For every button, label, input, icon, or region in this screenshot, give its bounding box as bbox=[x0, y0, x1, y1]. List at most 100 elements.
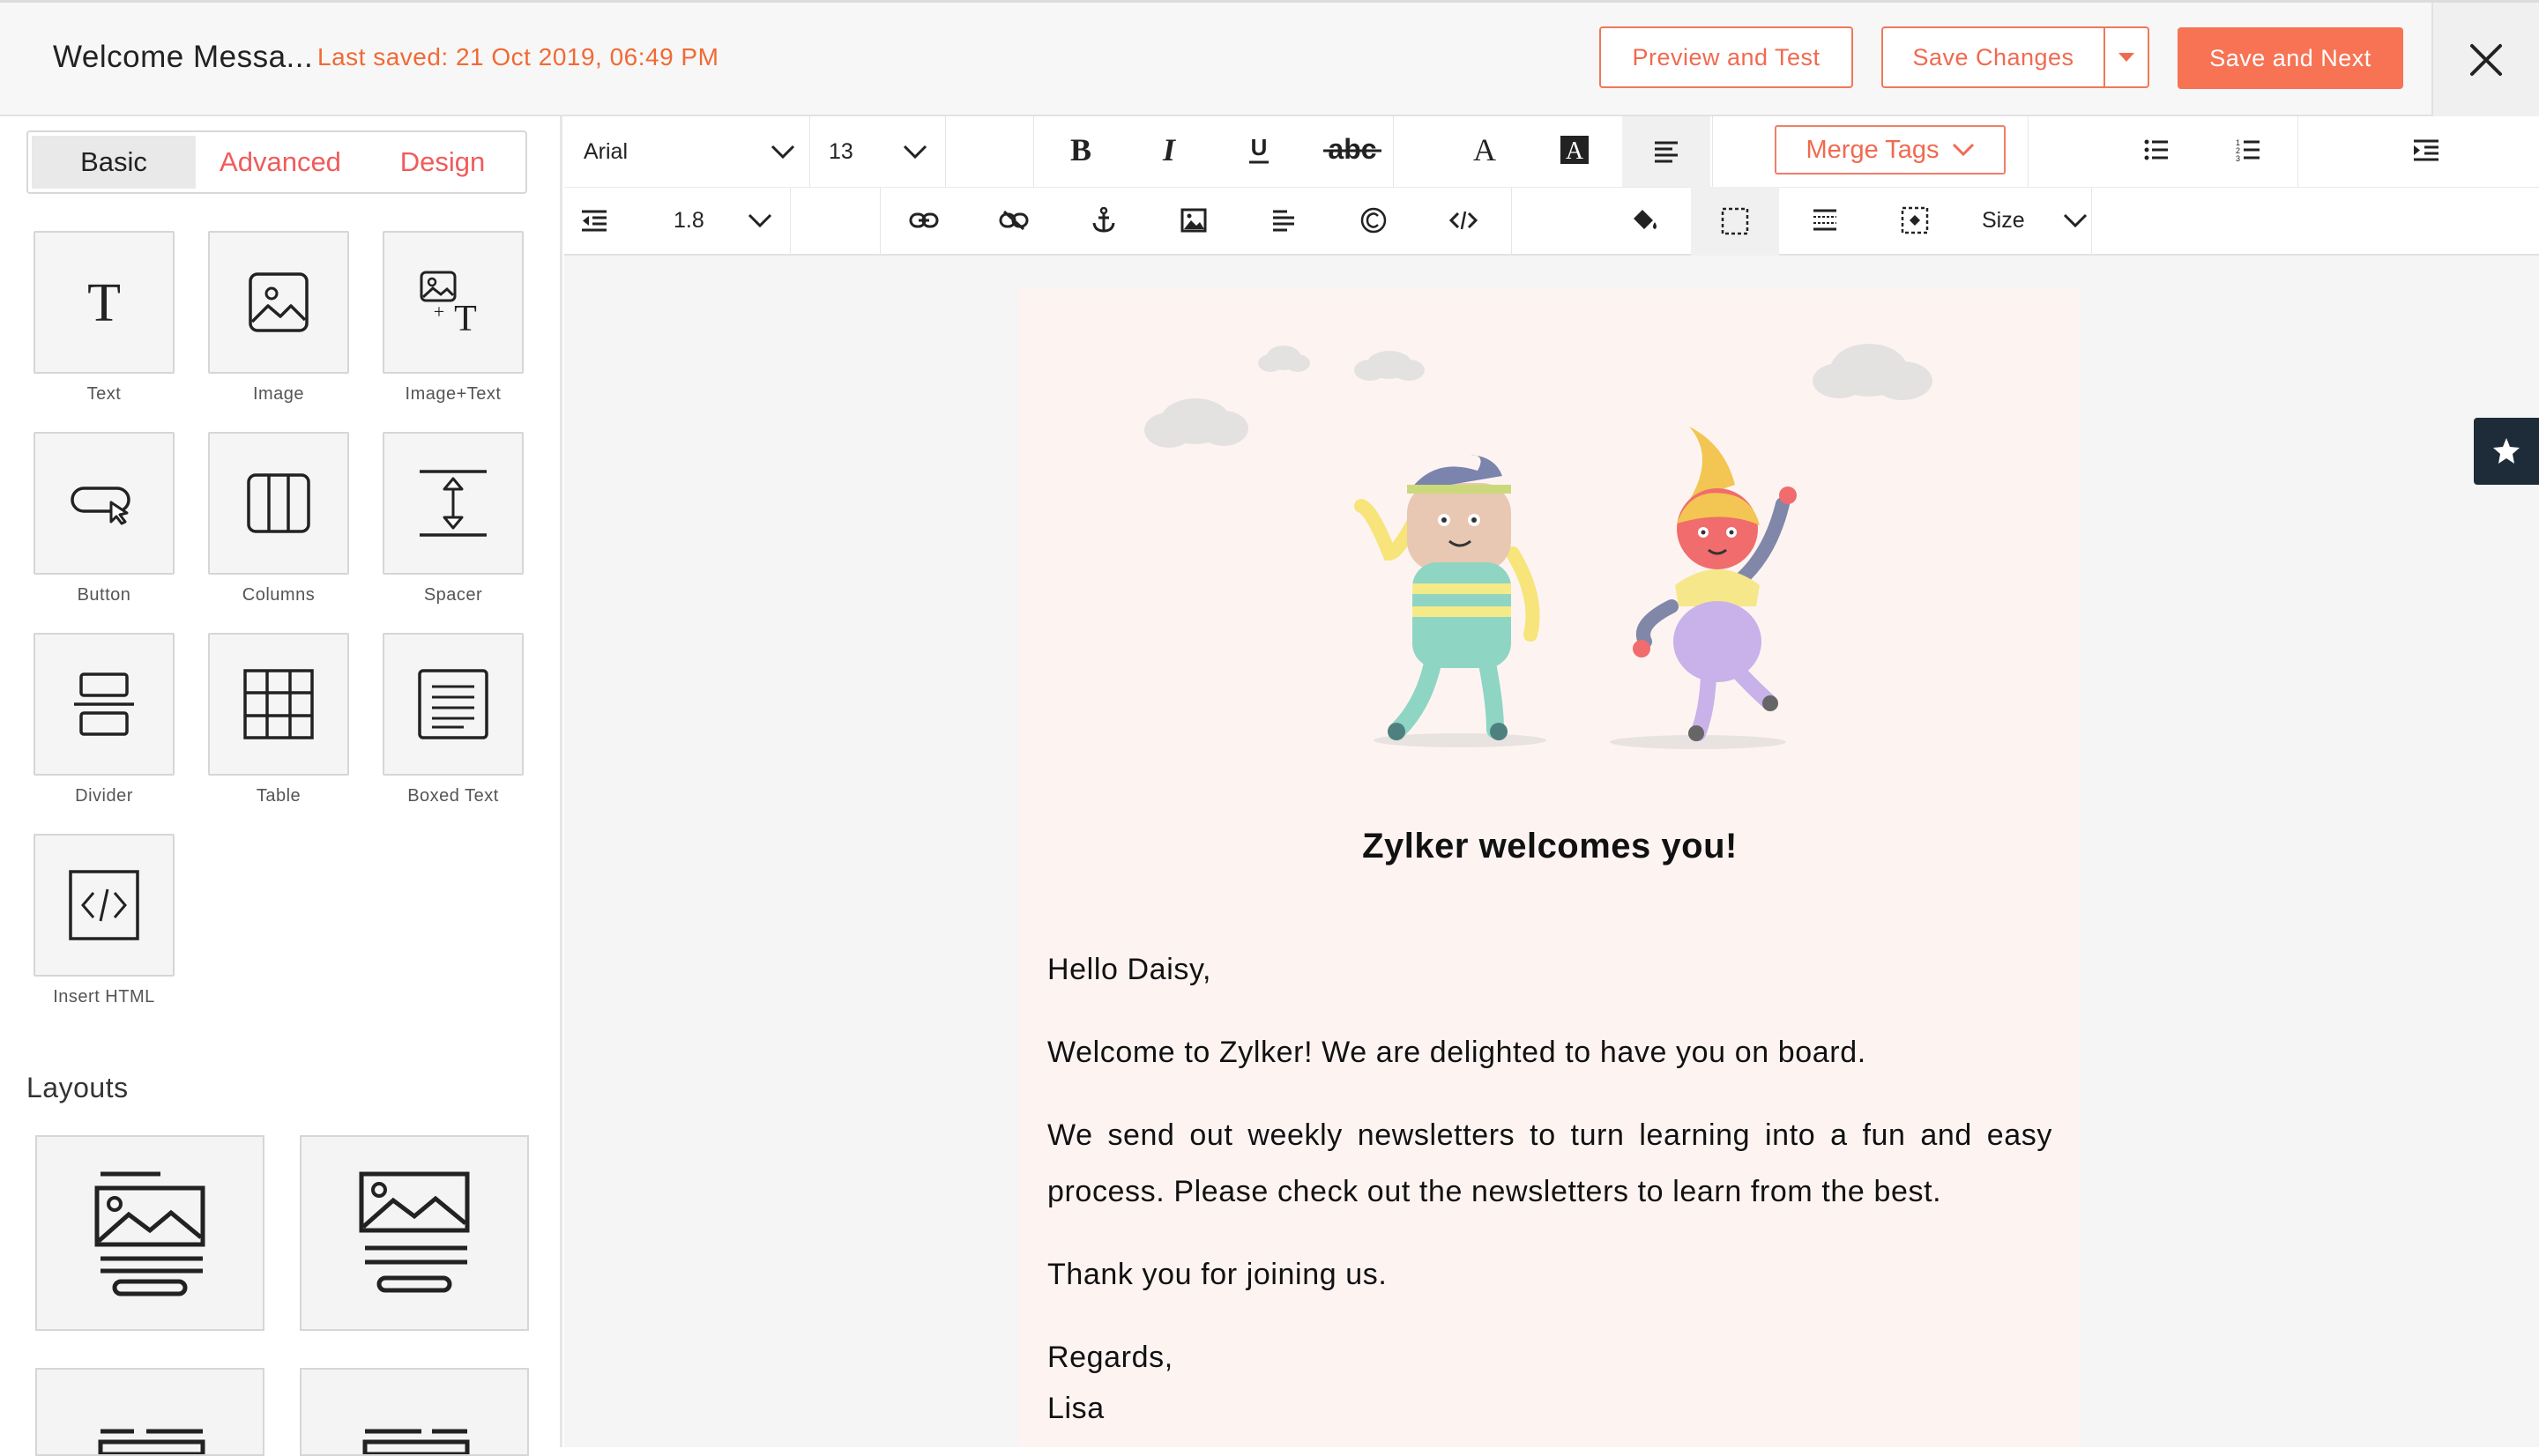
preview-and-test-button[interactable]: Preview and Test bbox=[1599, 26, 1853, 88]
horizontal-rule-icon bbox=[1273, 210, 1294, 232]
svg-text:T: T bbox=[454, 299, 477, 338]
block-label-image: Image bbox=[252, 384, 305, 404]
block-insert-html[interactable] bbox=[34, 834, 175, 977]
email-paragraph-2[interactable]: We send out weekly newsletters to turn l… bbox=[1047, 1107, 2052, 1220]
layout-image-text-left[interactable] bbox=[35, 1135, 264, 1331]
bulleted-list-button[interactable] bbox=[2112, 130, 2200, 169]
image-icon bbox=[249, 272, 309, 332]
close-button[interactable] bbox=[2431, 3, 2539, 117]
chevron-down-icon bbox=[903, 145, 927, 160]
save-and-next-button[interactable]: Save and Next bbox=[2178, 27, 2403, 89]
block-columns[interactable] bbox=[208, 432, 349, 575]
numbered-list-button[interactable]: 123 bbox=[2204, 130, 2292, 169]
insert-divider-button[interactable] bbox=[1240, 201, 1328, 240]
email-signature[interactable]: Lisa bbox=[1047, 1380, 2052, 1437]
svg-text:I: I bbox=[1162, 134, 1177, 166]
underline-button[interactable]: U bbox=[1215, 130, 1303, 169]
chevron-down-icon bbox=[1952, 143, 1974, 157]
select-element-icon bbox=[1901, 206, 1929, 234]
font-size-value: 13 bbox=[829, 138, 853, 164]
block-label-image-text: Image+Text bbox=[405, 384, 502, 404]
email-heading[interactable]: Zylker welcomes you! bbox=[1019, 827, 2081, 866]
anchor-icon bbox=[1092, 207, 1115, 233]
image-icon bbox=[1180, 208, 1207, 233]
outdent-icon bbox=[582, 210, 607, 232]
numbered-list-icon: 123 bbox=[2236, 138, 2260, 162]
strikethrough-button[interactable]: abc bbox=[1308, 130, 1396, 169]
layout-image-text-icon bbox=[94, 1171, 205, 1296]
layout-text-columns[interactable] bbox=[35, 1368, 264, 1456]
size-select[interactable]: Size bbox=[1982, 204, 2088, 236]
background-color-button[interactable]: A bbox=[1530, 130, 1619, 169]
block-divider[interactable] bbox=[34, 633, 175, 776]
line-height-select[interactable]: 1.8 bbox=[674, 204, 772, 236]
bold-button[interactable]: B bbox=[1037, 130, 1125, 169]
merge-tags-dropdown[interactable]: Merge Tags bbox=[1775, 125, 2006, 175]
welcome-illustration bbox=[1144, 344, 1932, 749]
layout-text-columns-alt[interactable] bbox=[300, 1368, 529, 1456]
border-button[interactable] bbox=[1691, 187, 1779, 256]
save-options-dropdown-button[interactable] bbox=[2103, 26, 2149, 88]
select-block-button[interactable] bbox=[1871, 201, 1959, 240]
line-height-value: 1.8 bbox=[674, 207, 704, 233]
block-label-button: Button bbox=[77, 585, 131, 605]
save-changes-button[interactable]: Save Changes bbox=[1881, 26, 2105, 88]
email-template[interactable]: Zylker welcomes you! Hello Daisy, Welcom… bbox=[1019, 289, 2081, 1447]
block-table[interactable] bbox=[208, 633, 349, 776]
block-label-boxed-text: Boxed Text bbox=[407, 786, 499, 806]
block-spacer[interactable] bbox=[383, 432, 524, 575]
layout-columns-icon bbox=[98, 1429, 205, 1454]
boxed-text-icon bbox=[418, 669, 488, 739]
table-icon bbox=[243, 669, 314, 739]
button-icon bbox=[71, 487, 130, 525]
chevron-down-icon bbox=[771, 145, 795, 160]
border-dashed-icon bbox=[1721, 207, 1749, 235]
block-button[interactable] bbox=[34, 432, 175, 575]
svg-text:T: T bbox=[87, 273, 121, 333]
tab-advanced[interactable]: Advanced bbox=[199, 132, 361, 192]
block-label-spacer: Spacer bbox=[423, 585, 483, 605]
svg-text:B: B bbox=[1070, 134, 1091, 166]
special-characters-button[interactable] bbox=[1329, 201, 1418, 240]
insert-image-button[interactable] bbox=[1150, 201, 1238, 240]
last-saved-status: Last saved: 21 Oct 2019, 06:49 PM bbox=[317, 43, 719, 71]
layout-columns-alt-icon bbox=[362, 1429, 470, 1454]
remove-link-button[interactable] bbox=[970, 201, 1058, 240]
anchor-button[interactable] bbox=[1060, 201, 1148, 240]
font-size-select[interactable]: 13 bbox=[829, 136, 927, 167]
layout-image-text-center[interactable] bbox=[300, 1135, 529, 1331]
align-button[interactable] bbox=[1622, 116, 1710, 187]
email-paragraph-1[interactable]: Welcome to Zylker! We are delighted to h… bbox=[1047, 1024, 2052, 1081]
email-paragraph-3[interactable]: Thank you for joining us. bbox=[1047, 1246, 2052, 1303]
insert-link-button[interactable] bbox=[880, 201, 968, 240]
email-closing[interactable]: Regards, bbox=[1047, 1329, 2052, 1385]
favorites-button[interactable] bbox=[2474, 418, 2539, 485]
spacer-icon bbox=[420, 470, 487, 537]
tab-design[interactable]: Design bbox=[361, 132, 524, 192]
font-color-button[interactable]: A bbox=[1441, 130, 1529, 169]
formatting-toolbar: Arial 13 B I U abc A A Merge Tags 1 2 3 … bbox=[564, 116, 2539, 256]
block-text[interactable]: T bbox=[34, 231, 175, 374]
tab-basic[interactable]: Basic bbox=[32, 136, 196, 189]
source-code-button[interactable] bbox=[1419, 201, 1508, 240]
outdent-button[interactable] bbox=[550, 201, 638, 240]
code-icon bbox=[69, 870, 139, 940]
unlink-icon bbox=[999, 210, 1029, 231]
content-blocks-panel: Basic Advanced Design T Text Image + T I… bbox=[0, 116, 562, 1456]
block-image[interactable] bbox=[208, 231, 349, 374]
font-color-icon: A bbox=[1473, 134, 1496, 166]
block-boxed-text[interactable] bbox=[383, 633, 524, 776]
block-image-text[interactable]: + T bbox=[383, 231, 524, 374]
caret-down-icon bbox=[2118, 53, 2134, 62]
email-greeting[interactable]: Hello Daisy, bbox=[1047, 941, 2052, 998]
indent-icon bbox=[2414, 139, 2438, 161]
fill-color-button[interactable] bbox=[1601, 201, 1689, 240]
block-label-table: Table bbox=[256, 786, 302, 806]
table-properties-button[interactable] bbox=[1781, 201, 1869, 240]
document-title[interactable]: Welcome Messa... bbox=[53, 40, 313, 75]
font-family-select[interactable]: Arial bbox=[584, 136, 795, 167]
italic-button[interactable]: I bbox=[1125, 130, 1213, 169]
toolbar-row-1: Arial 13 B I U abc A A Merge Tags 1 2 3 bbox=[564, 116, 2539, 188]
indent-button[interactable] bbox=[2382, 130, 2470, 169]
close-icon bbox=[2470, 44, 2502, 76]
